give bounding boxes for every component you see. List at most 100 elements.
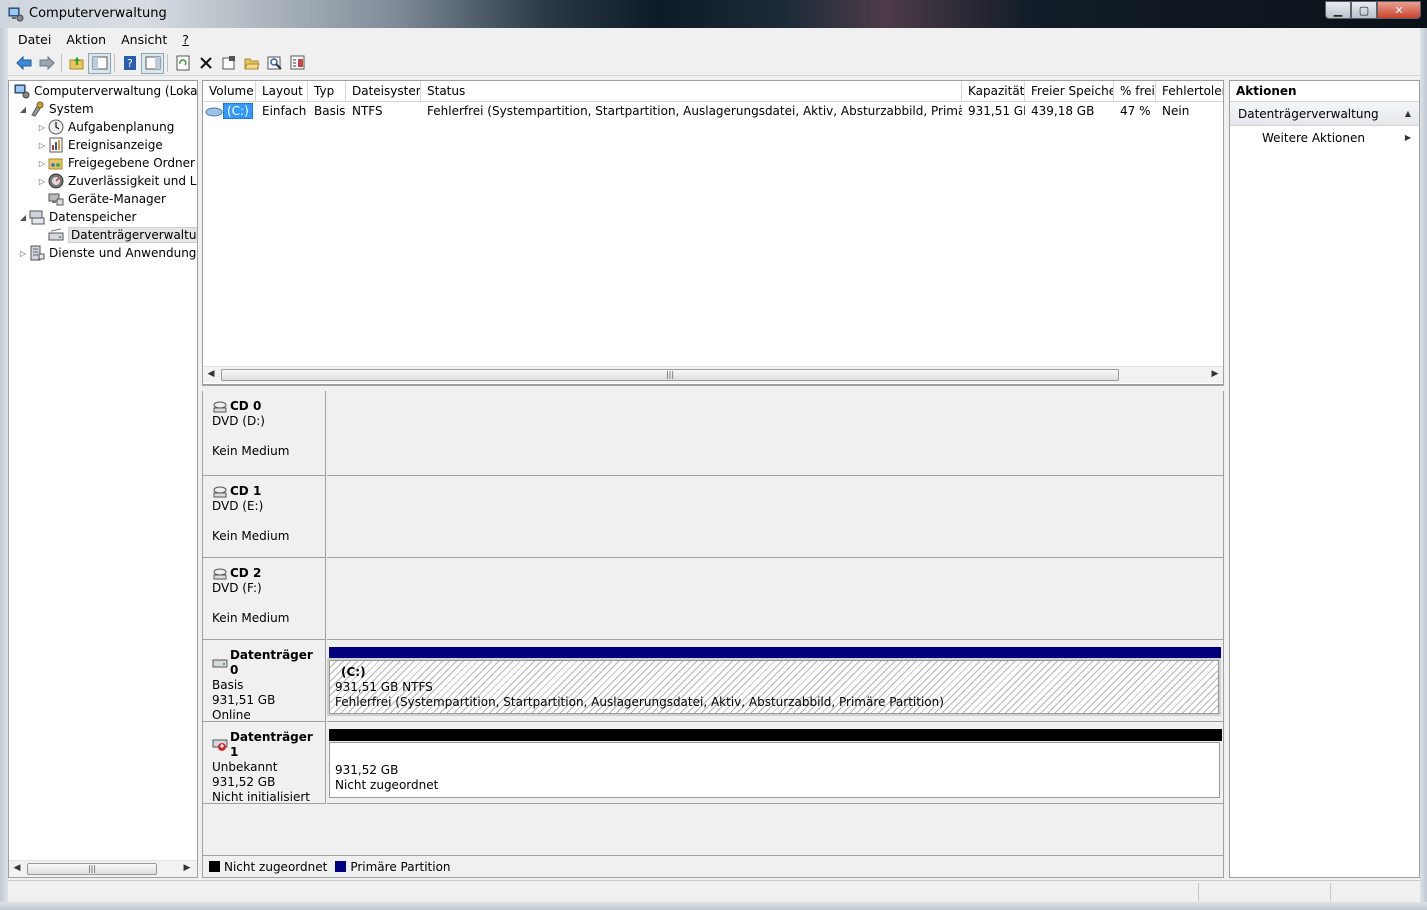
tree-expander-expanded[interactable]: ◢ [17, 213, 29, 222]
minimize-icon: ▁ [1333, 3, 1343, 17]
disk-row-disk1[interactable]: Datenträger 1 Unbekannt 931,52 GB Nicht … [203, 722, 1223, 804]
volume-list-header: Volume Layout Typ Dateisystem Status Kap… [203, 81, 1223, 102]
scroll-right-arrow-icon[interactable]: ▶ [1209, 369, 1221, 379]
tree-item-label: Ereignisanzeige [68, 138, 163, 152]
delete-button[interactable] [194, 53, 217, 74]
disk-label-cd2[interactable]: CD 2 DVD (F:) Kein Medium [203, 558, 326, 640]
tree-expander-collapsed[interactable]: ▷ [17, 249, 29, 258]
device-manager-icon [48, 193, 64, 206]
console-tree-pane[interactable]: Computerverwaltung (Lokal) ◢ System ▷ Au… [8, 80, 198, 878]
tree-item-services-applications[interactable]: ▷ Dienste und Anwendungen [17, 244, 197, 262]
help-button[interactable]: ? [118, 53, 141, 74]
menu-datei[interactable]: Datei [18, 32, 51, 47]
cell-volume[interactable]: (C:) [203, 102, 256, 120]
close-icon: ✕ [1394, 3, 1404, 17]
forward-button[interactable] [35, 53, 58, 74]
title-bar[interactable]: Computerverwaltung ▁ ▢ ✕ [0, 0, 1427, 28]
disk-properties-button[interactable] [286, 53, 309, 74]
disk-label-cd0[interactable]: CD 0 DVD (D:) Kein Medium [203, 391, 326, 476]
search-button[interactable] [263, 53, 286, 74]
legend-swatch [335, 861, 347, 872]
table-row[interactable]: (C:) Einfach Basis NTFS Fehlerfrei (Syst… [203, 102, 1223, 120]
column-header-type[interactable]: Typ [308, 81, 346, 102]
tree-item-label: Datenspeicher [49, 210, 137, 224]
disk-graphical-view[interactable]: CD 0 DVD (D:) Kein Medium CD 1 DVD (E:) … [202, 391, 1224, 878]
tree-item-shared-folders[interactable]: ▷ Freigegebene Ordner [36, 154, 195, 172]
services-icon [30, 245, 45, 261]
unallocated-space[interactable]: 931,52 GB Nicht zugeordnet [329, 742, 1220, 798]
tree-item-system[interactable]: ◢ System [17, 100, 94, 118]
disk-size [212, 596, 325, 611]
clock-icon [48, 119, 64, 135]
disk-name: CD 1 [212, 484, 325, 499]
scroll-left-arrow-icon[interactable]: ◀ [205, 369, 217, 379]
actions-section-disk-management[interactable]: Datenträgerverwaltung ▲ [1230, 102, 1419, 126]
collapse-up-icon[interactable]: ▲ [1405, 102, 1411, 126]
action-more-actions[interactable]: Weitere Aktionen ▶ [1230, 126, 1419, 150]
column-header-status[interactable]: Status [421, 81, 962, 102]
tree-item-task-scheduler[interactable]: ▷ Aufgabenplanung [36, 118, 174, 136]
disk-area-disk1[interactable]: 931,52 GB Nicht zugeordnet [327, 722, 1223, 804]
show-hide-console-tree-button[interactable] [88, 52, 111, 74]
scroll-left-arrow-icon[interactable]: ◀ [11, 863, 23, 873]
tree-expander-collapsed[interactable]: ▷ [36, 141, 48, 150]
partition-c[interactable]: (C:) 931,51 GB NTFS Fehlerfrei (Systempa… [327, 658, 1221, 716]
column-header-filesystem[interactable]: Dateisystem [346, 81, 421, 102]
disk-legend: Nicht zugeordnet Primäre Partition [203, 855, 1223, 877]
tree-item-label: Computerverwaltung (Lokal) [34, 84, 198, 98]
scroll-thumb[interactable]: ||| [221, 369, 1119, 381]
disk-label-disk0[interactable]: Datenträger 0 Basis 931,51 GB Online [203, 640, 326, 722]
tree-item-event-viewer[interactable]: ▷ Ereignisanzeige [36, 136, 163, 154]
tree-item-device-manager[interactable]: Geräte-Manager [36, 190, 166, 208]
column-header-free-space[interactable]: Freier Speicher [1025, 81, 1114, 102]
maximize-button[interactable]: ▢ [1351, 1, 1377, 19]
disk-label-cd1[interactable]: CD 1 DVD (E:) Kein Medium [203, 476, 326, 558]
column-header-capacity[interactable]: Kapazität [962, 81, 1025, 102]
tree-expander-collapsed[interactable]: ▷ [36, 123, 48, 132]
tree-item-storage[interactable]: ◢ Datenspeicher [17, 208, 136, 226]
column-header-volume[interactable]: Volume [203, 81, 256, 102]
tree-expander-collapsed[interactable]: ▷ [36, 177, 48, 186]
disk-area-cd0[interactable] [327, 391, 1223, 476]
menu-ansicht[interactable]: Ansicht [121, 32, 167, 47]
disk-area-cd2[interactable] [327, 558, 1223, 640]
refresh-button[interactable] [171, 53, 194, 74]
properties-button[interactable] [217, 53, 240, 74]
disk-row-cd1[interactable]: CD 1 DVD (E:) Kein Medium [203, 476, 1223, 558]
tree-expander-expanded[interactable]: ◢ [17, 105, 29, 114]
disk-area-cd1[interactable] [327, 476, 1223, 558]
properties-icon [222, 56, 235, 70]
column-header-percent-free[interactable]: % frei [1114, 81, 1156, 102]
disk-area-disk0[interactable]: (C:) 931,51 GB NTFS Fehlerfrei (Systempa… [327, 640, 1223, 722]
back-button[interactable] [12, 53, 35, 74]
volume-list-horizontal-scrollbar[interactable]: ◀ ||| ▶ [203, 366, 1223, 383]
magnifier-icon [267, 56, 282, 70]
up-level-button[interactable] [65, 53, 88, 74]
show-hide-action-pane-button[interactable] [141, 52, 164, 74]
column-header-fault-tolerance[interactable]: Fehlertolera [1156, 81, 1223, 102]
close-button[interactable]: ✕ [1377, 1, 1421, 19]
computer-management-icon [8, 7, 24, 22]
scroll-right-arrow-icon[interactable]: ▶ [181, 863, 193, 873]
cell-status: Fehlerfrei (Systempartition, Startpartit… [427, 104, 962, 118]
window-frame-left [0, 28, 8, 910]
menu-help[interactable]: ? [182, 32, 189, 47]
tree-expander-collapsed[interactable]: ▷ [36, 159, 48, 168]
volume-list-pane[interactable]: Volume Layout Typ Dateisystem Status Kap… [202, 80, 1224, 385]
tree-item-computer-management[interactable]: Computerverwaltung (Lokal) [12, 82, 198, 100]
disk-size: 931,52 GB [212, 775, 276, 789]
tree-item-reliability-performance[interactable]: ▷ Zuverlässigkeit und Leis [36, 172, 197, 190]
maximize-icon: ▢ [1358, 3, 1370, 17]
disk-row-cd2[interactable]: CD 2 DVD (F:) Kein Medium [203, 558, 1223, 640]
minimize-button[interactable]: ▁ [1325, 1, 1351, 19]
disk-row-disk0[interactable]: Datenträger 0 Basis 931,51 GB Online (C:… [203, 640, 1223, 722]
partition-bar-unallocated [329, 729, 1222, 741]
menu-aktion[interactable]: Aktion [66, 32, 106, 47]
tree-horizontal-scrollbar[interactable]: ◀ ||| ▶ [9, 860, 197, 877]
scroll-thumb[interactable]: ||| [27, 863, 157, 875]
disk-row-cd0[interactable]: CD 0 DVD (D:) Kein Medium [203, 391, 1223, 476]
disk-label-disk1[interactable]: Datenträger 1 Unbekannt 931,52 GB Nicht … [203, 722, 326, 804]
open-button[interactable] [240, 53, 263, 74]
column-header-layout[interactable]: Layout [256, 81, 308, 102]
tree-item-disk-management[interactable]: Datenträgerverwaltung [36, 226, 197, 244]
